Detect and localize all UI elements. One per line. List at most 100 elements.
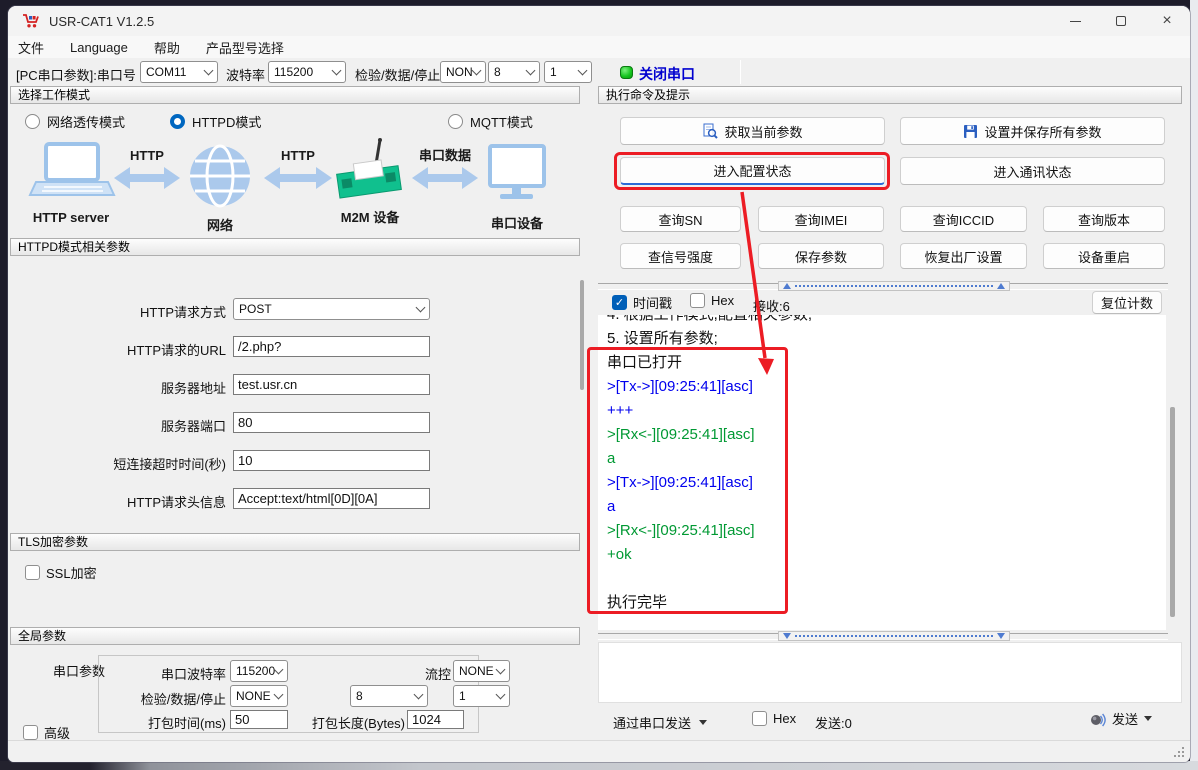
http-url-input[interactable] — [233, 336, 430, 357]
link-label: HTTP — [281, 148, 315, 163]
node-label: M2M 设备 — [341, 210, 401, 225]
node-label: 串口设备 — [491, 216, 544, 231]
http-header-input[interactable] — [233, 488, 430, 509]
query-imei-button[interactable]: 查询IMEI — [758, 206, 884, 232]
maximize-icon — [1116, 16, 1126, 26]
timeout-label: 短连接超时时间(秒) — [8, 454, 226, 473]
mode-option-mqtt[interactable]: MQTT模式 — [448, 112, 533, 131]
server-port-input[interactable] — [233, 412, 430, 433]
close-icon: × — [1162, 13, 1171, 29]
pack-length-input[interactable] — [407, 710, 464, 729]
send-input-area[interactable] — [598, 642, 1182, 703]
node-label: HTTP server — [33, 210, 109, 225]
query-signal-button[interactable]: 查信号强度 — [620, 243, 741, 269]
checkbox-icon — [752, 711, 767, 726]
log-line: 串口已打开 — [607, 351, 1166, 375]
close-serial-button[interactable]: 关闭串口 — [639, 64, 695, 84]
query-version-button[interactable]: 查询版本 — [1043, 206, 1165, 232]
httpd-params-header: HTTPD模式相关参数 — [10, 238, 580, 256]
server-address-input[interactable] — [233, 374, 430, 395]
mode-option-transparent[interactable]: 网络透传模式 — [25, 112, 125, 131]
log-line: >[Rx<-][09:25:41][asc] — [607, 519, 1166, 543]
left-panel-scrollbar[interactable] — [580, 280, 584, 390]
resize-grip[interactable] — [1172, 745, 1184, 757]
global-parity-select[interactable]: NONE — [230, 685, 288, 707]
mode-option-httpd[interactable]: HTTPD模式 — [170, 112, 261, 131]
laptop-icon — [30, 144, 114, 195]
ssl-checkbox[interactable]: SSL加密 — [25, 563, 97, 582]
chevron-down-icon — [274, 690, 284, 700]
device-restart-button[interactable]: 设备重启 — [1043, 243, 1165, 269]
menu-file[interactable]: 文件 — [18, 38, 44, 57]
set-save-all-params-button[interactable]: 设置并保存所有参数 — [900, 117, 1165, 145]
doc-search-icon — [702, 123, 718, 139]
chevron-down-icon — [204, 66, 214, 76]
menu-help[interactable]: 帮助 — [154, 38, 180, 57]
log-scrollbar[interactable] — [1170, 407, 1175, 617]
maximize-button[interactable] — [1098, 6, 1144, 36]
checkbox-icon — [23, 725, 38, 740]
serial-device-icon — [490, 146, 544, 199]
log-line: 4. 根据工作模式,配置相关参数; — [607, 315, 1166, 327]
query-sn-button[interactable]: 查询SN — [620, 206, 741, 232]
log-splitter[interactable] — [598, 283, 1168, 290]
enter-comm-state-button[interactable]: 进入通讯状态 — [900, 157, 1165, 185]
log-output[interactable]: 4. 根据工作模式,配置相关参数; 5. 设置所有参数; 串口已打开 >[Tx-… — [598, 315, 1166, 630]
chevron-down-icon — [526, 66, 536, 76]
checkbox-icon — [690, 293, 705, 308]
desktop-right-strip — [1190, 0, 1198, 770]
flow-control-select[interactable]: NONE — [453, 660, 510, 682]
title-bar: USR-CAT1 V1.2.5 × — [8, 6, 1190, 36]
timestamp-checkbox[interactable]: ✓ 时间戳 — [612, 293, 672, 312]
send-hex-checkbox[interactable]: Hex — [752, 711, 796, 726]
chevron-down-icon — [578, 66, 588, 76]
menu-product-model[interactable]: 产品型号选择 — [206, 38, 284, 57]
close-button[interactable]: × — [1144, 6, 1190, 36]
http-method-select[interactable]: POST — [233, 298, 430, 320]
menu-language[interactable]: Language — [70, 40, 128, 55]
splitter-handle[interactable] — [778, 631, 1010, 641]
app-cart-icon — [22, 13, 40, 29]
get-params-button[interactable]: 获取当前参数 — [620, 117, 885, 145]
reset-counter-button[interactable]: 复位计数 — [1092, 291, 1162, 314]
save-params-button[interactable]: 保存参数 — [758, 243, 884, 269]
collapse-up-icon — [783, 283, 791, 289]
baud-select[interactable]: 115200 — [268, 61, 346, 83]
flow-control-label: 流控 — [308, 664, 451, 683]
checkbox-checked-icon: ✓ — [612, 295, 627, 310]
http-method-label: HTTP请求方式 — [8, 302, 226, 321]
send-via-serial-dropdown[interactable]: 通过串口发送 — [613, 713, 707, 732]
port-label: [PC串口参数]:串口号 — [16, 65, 136, 84]
splitter-dots — [795, 285, 993, 287]
factory-reset-button[interactable]: 恢复出厂设置 — [900, 243, 1027, 269]
splitter-handle[interactable] — [778, 281, 1010, 291]
receive-counter: 接收:6 — [753, 296, 790, 315]
parity-select[interactable]: NONI — [440, 61, 486, 83]
global-databits-select[interactable]: 8 — [350, 685, 428, 707]
log-line: a — [607, 447, 1166, 471]
floppy-icon — [963, 124, 978, 139]
send-splitter[interactable] — [598, 633, 1168, 640]
double-arrow-icon — [114, 167, 180, 189]
timeout-input[interactable] — [233, 450, 430, 471]
log-hex-checkbox[interactable]: Hex — [690, 293, 734, 308]
stopbits-select[interactable]: 1 — [544, 61, 592, 83]
tls-params-header: TLS加密参数 — [10, 533, 580, 551]
radio-icon — [25, 114, 40, 129]
dropdown-caret-icon — [1144, 716, 1152, 721]
toolbar-separator — [740, 60, 741, 84]
send-button[interactable]: 发送 — [1090, 709, 1152, 728]
global-stopbits-select[interactable]: 1 — [453, 685, 510, 707]
minimize-button[interactable] — [1052, 6, 1098, 36]
query-iccid-button[interactable]: 查询ICCID — [900, 206, 1027, 232]
databits-select[interactable]: 8 — [488, 61, 540, 83]
global-baud-select[interactable]: 115200 — [230, 660, 288, 682]
splitter-dots — [795, 635, 993, 637]
app-window: USR-CAT1 V1.2.5 × 文件 Language 帮助 产品型号选择 … — [8, 6, 1190, 762]
com-port-select[interactable]: COM11 — [140, 61, 218, 83]
global-params-header: 全局参数 — [10, 627, 580, 645]
log-line: >[Tx->][09:25:41][asc] — [607, 471, 1166, 495]
work-mode-header: 选择工作模式 — [10, 86, 580, 104]
enter-config-state-button[interactable]: 进入配置状态 — [620, 157, 885, 185]
double-arrow-icon — [264, 167, 332, 189]
